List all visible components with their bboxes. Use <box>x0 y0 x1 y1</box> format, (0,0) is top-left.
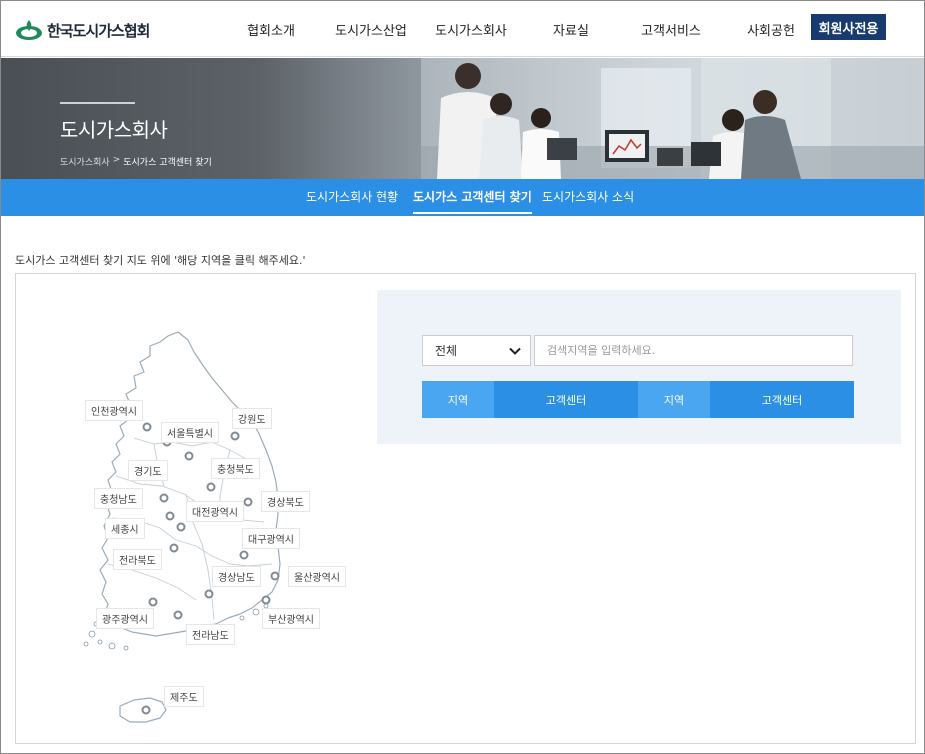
subnav-item-news[interactable]: 도시가스회사 소식 <box>542 179 634 216</box>
site-logo[interactable]: 한국도시가스협회 <box>15 17 150 43</box>
region-label-gangwon[interactable]: 강원도 <box>232 408 272 429</box>
marker-ulsan[interactable] <box>270 571 280 581</box>
chevron-down-icon <box>509 347 521 355</box>
marker-chungnam[interactable] <box>159 493 169 503</box>
region-label-sejong[interactable]: 세종시 <box>105 518 145 539</box>
hero-title-line <box>60 102 135 104</box>
breadcrumb: 도시가스회사 > 도시가스 고객센터 찾기 <box>60 155 212 168</box>
sub-nav: 도시가스회사 현황 도시가스 고객센터 찾기 도시가스회사 소식 <box>1 179 924 216</box>
nav-item-companies[interactable]: 도시가스회사 <box>421 20 521 39</box>
region-label-jeonnam[interactable]: 전라남도 <box>186 624 235 645</box>
region-label-busan[interactable]: 부산광역시 <box>262 608 320 629</box>
subnav-item-customer-center[interactable]: 도시가스 고객센터 찾기 <box>413 179 532 216</box>
result-table-header: 지역 고객센터 지역 고객센터 <box>422 381 855 418</box>
region-search-input[interactable] <box>534 335 853 366</box>
nav-item-about[interactable]: 협회소개 <box>221 20 321 39</box>
marker-daejeon[interactable] <box>176 522 186 532</box>
region-label-jeju[interactable]: 제주도 <box>164 686 204 707</box>
region-label-gwangju[interactable]: 광주광역시 <box>96 608 154 629</box>
member-only-button[interactable]: 회원사전용 <box>811 14 886 40</box>
page-frame: 한국도시가스협회 협회소개 도시가스산업 도시가스회사 자료실 고객서비스 사회… <box>0 0 925 754</box>
region-label-daegu[interactable]: 대구광역시 <box>242 528 300 549</box>
marker-busan[interactable] <box>261 595 271 605</box>
site-header: 한국도시가스협회 협회소개 도시가스산업 도시가스회사 자료실 고객서비스 사회… <box>1 1 924 57</box>
region-label-chungnam[interactable]: 충청남도 <box>94 488 143 509</box>
nav-item-social[interactable]: 사회공헌 <box>721 20 821 39</box>
subnav-item-status[interactable]: 도시가스회사 현황 <box>306 179 398 216</box>
nav-item-industry[interactable]: 도시가스산업 <box>321 20 421 39</box>
marker-daegu[interactable] <box>239 550 249 560</box>
region-label-chungbuk[interactable]: 충청북도 <box>211 458 260 479</box>
marker-gyeongnam[interactable] <box>204 589 214 599</box>
marker-gangwon[interactable] <box>230 431 240 441</box>
region-label-daejeon[interactable]: 대전광역시 <box>186 501 244 522</box>
marker-chungbuk[interactable] <box>206 482 216 492</box>
page-title: 도시가스회사 <box>60 118 168 142</box>
marker-gwangju[interactable] <box>148 597 158 607</box>
korea-mainland-outline[interactable] <box>99 331 281 637</box>
region-label-incheon[interactable]: 인천광역시 <box>85 400 143 421</box>
region-select[interactable]: 전체 <box>422 335 531 366</box>
column-header-region: 지역 <box>638 381 710 418</box>
breadcrumb-separator: > <box>112 155 121 165</box>
marker-jeju[interactable] <box>141 705 151 715</box>
column-header-customer-center: 고객센터 <box>710 381 854 418</box>
column-header-customer-center: 고객센터 <box>494 381 638 418</box>
breadcrumb-item-companies[interactable]: 도시가스회사 <box>60 155 110 168</box>
nav-item-resources[interactable]: 자료실 <box>521 20 621 39</box>
region-label-gyeongnam[interactable]: 경상남도 <box>212 566 261 587</box>
region-label-seoul[interactable]: 서울특별시 <box>161 422 219 443</box>
instruction-text: 도시가스 고객센터 찾기 지도 위에 '해당 지역을 클릭 해주세요.' <box>15 254 306 267</box>
hero-banner: 도시가스회사 도시가스회사 > 도시가스 고객센터 찾기 <box>1 58 924 179</box>
region-label-ulsan[interactable]: 울산광역시 <box>288 566 346 587</box>
region-label-gyeongbuk[interactable]: 경상북도 <box>261 491 310 512</box>
search-panel: 전체 지역 고객센터 지역 고객센터 <box>377 290 901 444</box>
marker-incheon[interactable] <box>142 422 152 432</box>
region-select-value: 전체 <box>435 344 458 358</box>
column-header-region: 지역 <box>422 381 494 418</box>
logo-text: 한국도시가스협회 <box>47 21 150 40</box>
region-label-gyeonggi[interactable]: 경기도 <box>128 460 168 481</box>
content-box: 인천광역시 서울특별시 강원도 경기도 충청북도 충청남도 경상북도 세종시 대… <box>15 273 916 744</box>
main-nav: 협회소개 도시가스산업 도시가스회사 자료실 고객서비스 사회공헌 <box>221 1 821 57</box>
marker-jeonnam[interactable] <box>173 610 183 620</box>
marker-jeonbuk[interactable] <box>169 543 179 553</box>
marker-sejong[interactable] <box>165 511 175 521</box>
nav-item-customer-service[interactable]: 고객서비스 <box>621 20 721 39</box>
region-label-jeonbuk[interactable]: 전라북도 <box>113 549 162 570</box>
marker-seoul[interactable] <box>184 451 194 461</box>
marker-gyeongbuk[interactable] <box>243 497 253 507</box>
breadcrumb-item-current: 도시가스 고객센터 찾기 <box>123 158 212 168</box>
flame-logo-icon <box>16 20 42 40</box>
